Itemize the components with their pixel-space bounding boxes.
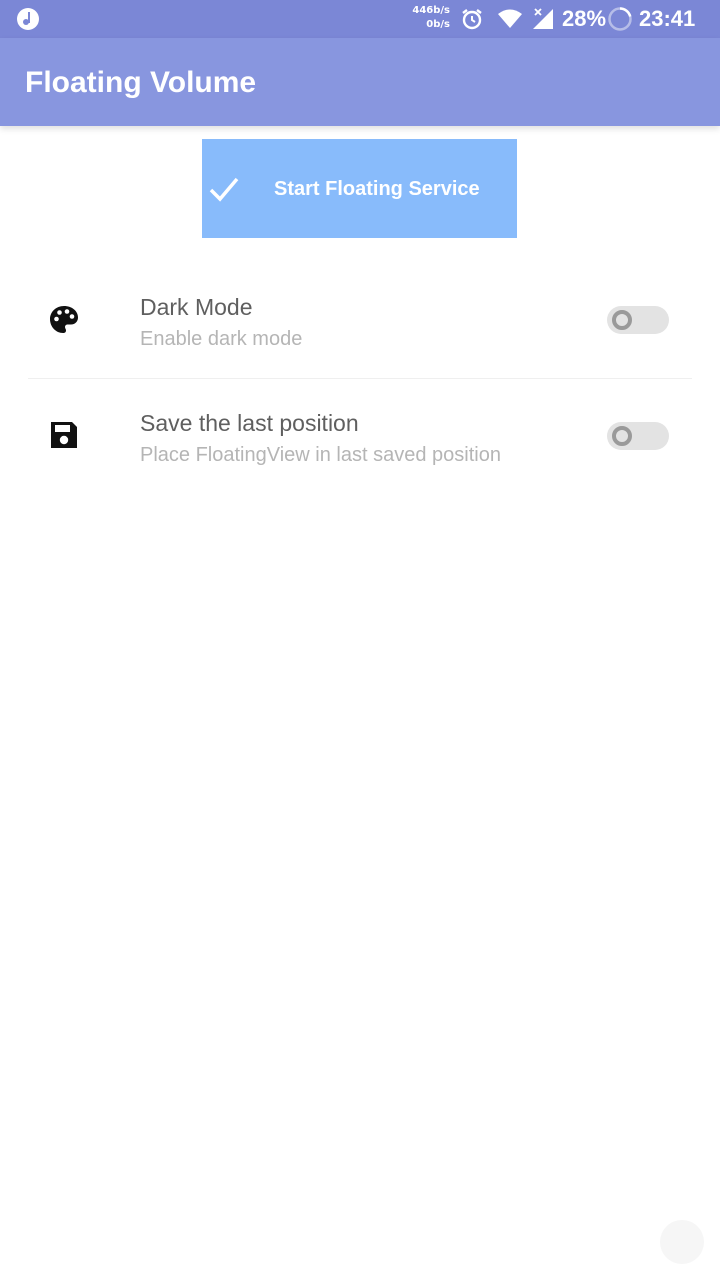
- setting-title: Save the last position: [140, 410, 359, 436]
- start-floating-service-button[interactable]: Start Floating Service: [202, 139, 517, 238]
- battery-ring-icon: [608, 7, 632, 31]
- clock: 23:41: [639, 6, 696, 31]
- music-note-icon: [17, 8, 39, 30]
- network-speed: 446b/s 0b/s: [404, 4, 450, 32]
- battery-percent: 28%: [562, 6, 607, 31]
- dark-mode-toggle[interactable]: [606, 304, 670, 336]
- setting-save-last-position[interactable]: Save the last position Place FloatingVie…: [0, 396, 720, 496]
- wifi-icon: [498, 9, 522, 28]
- status-bar: 446b/s 0b/s 28% 23:41: [0, 0, 720, 38]
- start-button-label: Start Floating Service: [274, 178, 480, 200]
- net-down-speed: 0b/s: [426, 19, 450, 30]
- check-icon: [209, 177, 239, 202]
- setting-subtitle: Place FloatingView in last saved positio…: [140, 444, 501, 466]
- signal-icon: [533, 8, 553, 29]
- save-position-toggle[interactable]: [606, 420, 670, 452]
- floppy-disk-icon: [51, 422, 77, 448]
- setting-dark-mode[interactable]: Dark Mode Enable dark mode: [0, 280, 720, 380]
- setting-title: Dark Mode: [140, 294, 253, 320]
- setting-subtitle: Enable dark mode: [140, 328, 303, 350]
- divider: [28, 378, 692, 379]
- net-up-speed: 446b/s: [412, 5, 450, 16]
- toggle-thumb: [612, 310, 632, 330]
- page-title: Floating Volume: [25, 66, 257, 99]
- palette-icon: [50, 306, 78, 333]
- floating-volume-bubble[interactable]: [660, 1220, 704, 1264]
- alarm-icon: [462, 9, 482, 30]
- toggle-thumb: [612, 426, 632, 446]
